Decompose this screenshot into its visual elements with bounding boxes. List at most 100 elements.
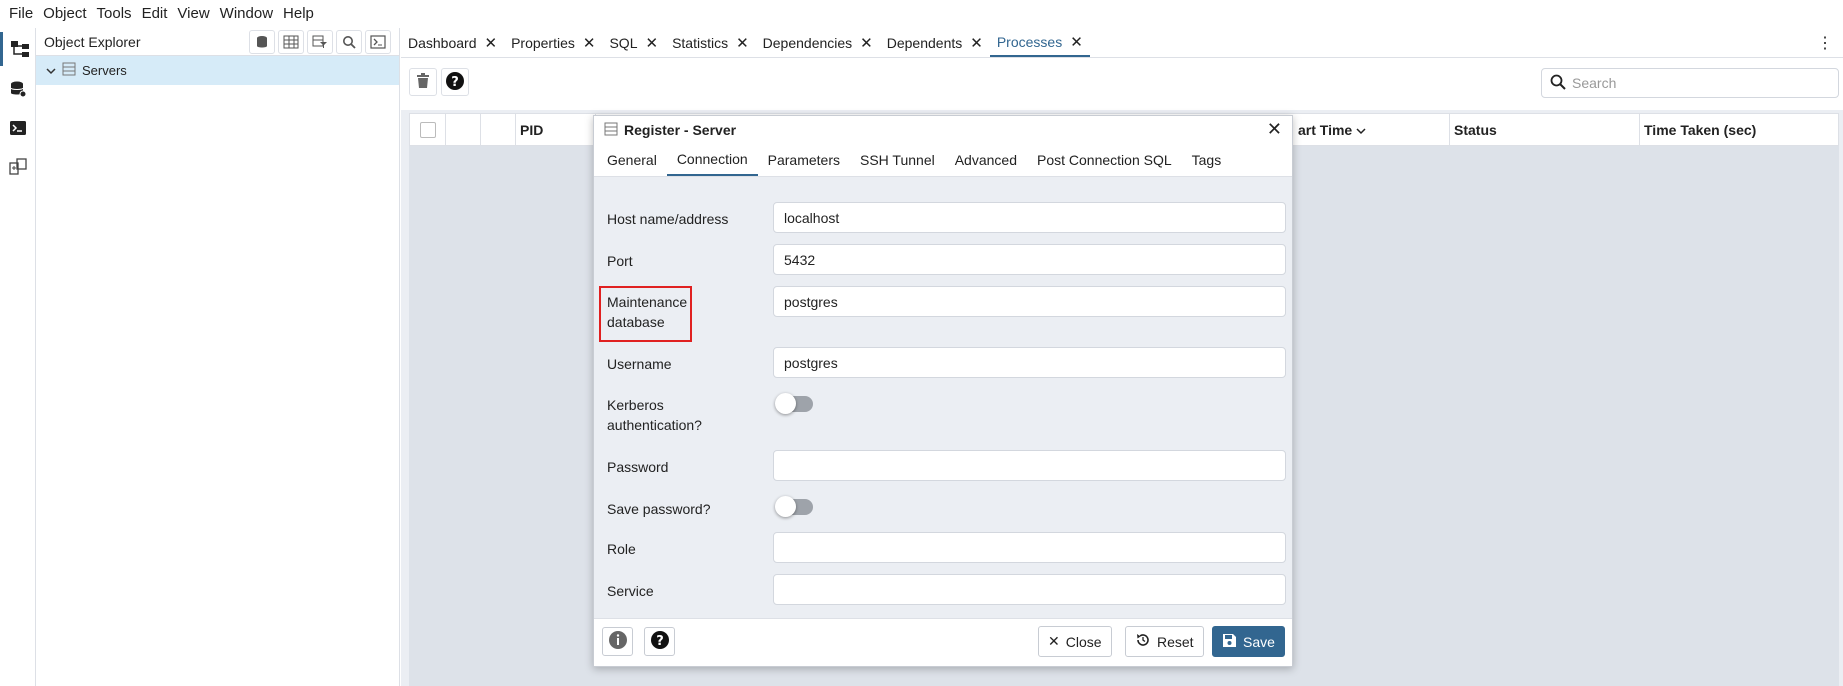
close-icon[interactable]: ✕ <box>583 34 596 52</box>
close-icon[interactable]: ✕ <box>1267 119 1282 140</box>
password-input[interactable] <box>773 450 1286 481</box>
view-data-button[interactable] <box>278 30 304 54</box>
more-options-icon[interactable]: ⋮ <box>1817 33 1833 53</box>
object-explorer-header: Object Explorer <box>36 28 399 56</box>
column-status[interactable]: Status <box>1450 114 1640 145</box>
role-input[interactable] <box>773 532 1286 563</box>
trash-icon <box>416 72 430 92</box>
tab-sql[interactable]: SQL ✕ <box>602 28 665 57</box>
info-button[interactable] <box>602 627 633 656</box>
search-box <box>1541 68 1839 98</box>
menu-help[interactable]: Help <box>278 5 319 22</box>
close-icon[interactable]: ✕ <box>645 34 658 52</box>
tree-item-servers[interactable]: Servers <box>36 56 399 85</box>
object-explorer-toolbar <box>249 30 391 54</box>
tree-item-label: Servers <box>82 63 127 78</box>
tab-bar: Dashboard ✕ Properties ✕ SQL ✕ Statistics ✕ … <box>401 28 1843 58</box>
search-icon <box>1550 74 1566 93</box>
dialog-title-bar[interactable]: Register - Server ✕ <box>594 116 1292 144</box>
tab-label: SQL <box>609 34 638 51</box>
menu-tools[interactable]: Tools <box>92 5 137 22</box>
help-icon: ? <box>445 71 465 94</box>
maintenance-db-input[interactable] <box>773 286 1286 317</box>
search-objects-button[interactable] <box>336 30 362 54</box>
tab-parameters[interactable]: Parameters <box>758 144 850 176</box>
tab-statistics[interactable]: Statistics ✕ <box>665 28 756 57</box>
save-icon <box>1222 633 1237 651</box>
save-button[interactable]: Save <box>1212 626 1285 657</box>
save-password-toggle[interactable] <box>775 496 813 517</box>
host-label: Host name/address <box>607 211 729 227</box>
toggle-knob <box>775 393 796 414</box>
svg-text:?: ? <box>451 75 459 90</box>
tab-dashboard[interactable]: Dashboard ✕ <box>401 28 504 57</box>
column-time-taken[interactable]: Time Taken (sec) <box>1640 114 1840 145</box>
tab-ssh-tunnel[interactable]: SSH Tunnel <box>850 144 945 176</box>
dialog-tabs: General Connection Parameters SSH Tunnel… <box>594 144 1292 177</box>
svg-text:?: ? <box>656 634 664 649</box>
chevron-down-icon[interactable] <box>46 63 56 79</box>
query-tool-button[interactable] <box>249 30 275 54</box>
tab-label: Statistics <box>672 34 729 51</box>
database-icon[interactable] <box>0 72 36 106</box>
column-pid[interactable]: PID <box>516 114 596 145</box>
close-icon[interactable]: ✕ <box>970 34 983 52</box>
tab-properties[interactable]: Properties ✕ <box>504 28 602 57</box>
menu-edit[interactable]: Edit <box>137 5 173 22</box>
grid-action-column <box>481 114 516 145</box>
tab-label: Dashboard <box>408 34 477 51</box>
reset-button[interactable]: Reset <box>1125 626 1204 657</box>
help-button[interactable]: ? <box>441 68 469 96</box>
host-input[interactable] <box>773 202 1286 233</box>
tab-label: Dependencies <box>762 34 853 51</box>
tab-dependencies[interactable]: Dependencies ✕ <box>756 28 880 57</box>
password-label: Password <box>607 459 669 475</box>
username-label: Username <box>607 356 672 372</box>
terminal-icon[interactable] <box>0 111 36 145</box>
menu-view[interactable]: View <box>172 5 214 22</box>
server-icon <box>604 122 618 139</box>
tab-connection[interactable]: Connection <box>666 144 758 176</box>
port-input[interactable] <box>773 244 1286 275</box>
info-icon <box>608 630 628 653</box>
sort-chevron-icon <box>1356 122 1366 138</box>
select-all-checkbox[interactable] <box>419 121 436 138</box>
close-icon[interactable]: ✕ <box>736 34 749 52</box>
menubar: File Object Tools Edit View Window Help <box>0 0 1843 26</box>
service-input[interactable] <box>773 574 1286 605</box>
column-start-time[interactable]: art Time <box>1294 114 1450 145</box>
kerberos-toggle[interactable] <box>775 393 813 414</box>
close-icon[interactable]: ✕ <box>1070 33 1083 51</box>
close-button[interactable]: ✕ Close <box>1038 626 1112 657</box>
menu-window[interactable]: Window <box>215 5 278 22</box>
tab-post-connection-sql[interactable]: Post Connection SQL <box>1027 144 1182 176</box>
select-all-cell <box>410 114 446 145</box>
object-explorer-icon[interactable] <box>0 32 36 66</box>
username-input[interactable] <box>773 347 1286 378</box>
menu-object[interactable]: Object <box>38 5 91 22</box>
tab-dependents[interactable]: Dependents ✕ <box>880 28 990 57</box>
server-group-icon <box>62 62 76 79</box>
close-icon: ✕ <box>1048 633 1060 649</box>
psql-tool-button[interactable] <box>365 30 391 54</box>
tab-tags[interactable]: Tags <box>1182 144 1232 176</box>
register-server-dialog: Register - Server ✕ General Connection P… <box>593 115 1293 667</box>
tab-processes[interactable]: Processes ✕ <box>989 28 1090 57</box>
service-label: Service <box>607 583 654 599</box>
close-button-label: Close <box>1065 633 1102 650</box>
grid-action-column <box>446 114 481 145</box>
tab-advanced[interactable]: Advanced <box>945 144 1027 176</box>
tab-general[interactable]: General <box>597 144 667 176</box>
maintenance-db-label-line1: Maintenance <box>607 294 688 310</box>
delete-button[interactable] <box>409 68 437 96</box>
object-explorer-title: Object Explorer <box>44 33 141 50</box>
close-icon[interactable]: ✕ <box>485 34 498 52</box>
close-icon[interactable]: ✕ <box>860 34 873 52</box>
schema-diff-icon[interactable] <box>0 150 36 184</box>
help-icon: ? <box>650 630 670 653</box>
filter-rows-button[interactable] <box>307 30 333 54</box>
menu-file[interactable]: File <box>4 5 38 22</box>
search-input[interactable] <box>1572 75 1822 91</box>
kerberos-label-line2: authentication? <box>607 417 702 433</box>
help-button[interactable]: ? <box>644 627 675 656</box>
